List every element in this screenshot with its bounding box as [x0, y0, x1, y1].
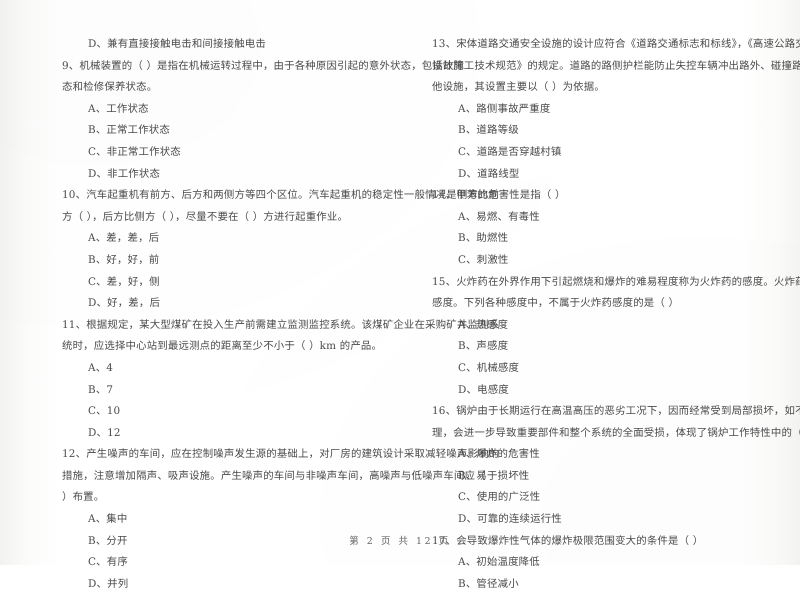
- answer-option: B、易于损坏性: [458, 469, 530, 482]
- question-continuation: 方（ ），后方比侧方（ ），尽量不要在（ ）方进行起重作业。: [62, 210, 349, 223]
- answer-option: A、易燃、有毒性: [458, 210, 540, 223]
- answer-option: C、有序: [88, 556, 128, 569]
- answer-option: D、电感度: [458, 383, 509, 396]
- left-column: D、兼有直接接触电击和间接接触电击 9、机械装置的（ ）是指在机械运转过程中，由于…: [62, 34, 500, 595]
- answer-option: A、工作状态: [88, 102, 149, 115]
- answer-option: B、管径减小: [458, 577, 519, 590]
- question-continuation: 理，会进一步导致重要部件和整个系统的全面受损，体现了锅炉工作特性中的（ ）: [432, 426, 800, 439]
- answer-option: D、并列: [88, 577, 129, 590]
- question-text: 12、产生噪声的车间，应在控制噪声发生源的基础上，对厂房的建筑设计采取减轻噪声影…: [62, 448, 500, 461]
- answer-option: D、可靠的连续运行性: [458, 513, 562, 526]
- question-text: 10、汽车起重机有前方、后方和两侧方等四个区位。汽车起重机的稳定性一般情况是侧方…: [62, 189, 500, 202]
- answer-option: B、7: [88, 383, 114, 396]
- answer-option: D、道路线型: [458, 167, 520, 180]
- question-continuation: 统时，应选择中心站到最远测点的距离至少不小于（ ）km 的产品。: [62, 340, 383, 353]
- answer-option: C、道路是否穿越村镇: [458, 145, 562, 158]
- answer-option: D、兼有直接接触电击和间接接触电击: [88, 38, 266, 50]
- answer-option: A、热感度: [458, 318, 509, 331]
- answer-option: C、差，好，侧: [88, 275, 160, 288]
- question-continuation: 感度。下列各种感度中，不属于火炸药感度的是（ ）: [432, 297, 680, 310]
- answer-option: A、差，差，后: [88, 232, 160, 245]
- question-text: 15、火炸药在外界作用下引起燃烧和爆炸的难易程度称为火炸药的感度。火炸药有各种不…: [432, 275, 800, 288]
- answer-option: D、好，差，后: [88, 297, 161, 310]
- question-text: 16、锅炉由于长期运行在高温高压的恶劣工况下，因而经常受到局部损坏，如不能及时发…: [432, 405, 800, 418]
- answer-option: B、道路等级: [458, 124, 519, 137]
- question-text: 14、甲苯的危害性是指（ ）: [432, 189, 566, 202]
- answer-option: B、声感度: [458, 340, 509, 353]
- right-column: 13、宋体道路交通安全设施的设计应符合《道路交通标志和标线》，《高速公路交通安全…: [432, 34, 800, 595]
- answer-option: D、非工作状态: [88, 167, 161, 180]
- two-column-layout: D、兼有直接接触电击和间接接触电击 9、机械装置的（ ）是指在机械运转过程中，由于…: [0, 34, 800, 595]
- answer-option: A、路侧事故严重度: [458, 102, 551, 115]
- answer-option: C、10: [88, 405, 121, 418]
- answer-option: A、初始温度降低: [458, 556, 540, 569]
- question-continuation: 他设施，其设置主要以（ ）为依据。: [432, 81, 605, 94]
- question-text: 13、宋体道路交通安全设施的设计应符合《道路交通标志和标线》，《高速公路交通安全…: [432, 38, 800, 50]
- answer-option: A、集中: [88, 513, 128, 526]
- answer-option: C、机械感度: [458, 361, 520, 374]
- answer-option: B、助燃性: [458, 232, 509, 245]
- answer-option: D、12: [88, 426, 121, 439]
- answer-option: C、刺激性: [458, 253, 509, 266]
- answer-option: B、正常工作状态: [88, 124, 170, 137]
- answer-option: B、好，好，前: [88, 253, 160, 266]
- question-continuation: 态和检修保养状态。: [62, 81, 158, 94]
- answer-option: C、非正常工作状态: [88, 145, 181, 158]
- question-text: 9、机械装置的（ ）是指在机械运转过程中，由于各种原因引起的意外状态，包括故障: [62, 59, 465, 72]
- question-continuation: ）布置。: [62, 491, 105, 504]
- question-text: 11、根据规定，某大型煤矿在投入生产前需建立监测监控系统。该煤矿企业在采购矿井监…: [62, 318, 500, 331]
- question-continuation: 设计施工技术规范》的规定。道路的路侧护栏能防止失控车辆冲出路外、碰撞路边障碍物或…: [432, 59, 800, 72]
- question-continuation: 措施，注意增加隔声、吸声设施。产生噪声的车间与非噪声车间，高噪声与低噪声车间应（: [62, 469, 486, 482]
- page-footer: 第 2 页 共 12 页: [349, 536, 451, 547]
- answer-option: A、4: [88, 361, 114, 374]
- answer-option: A、爆炸的危害性: [458, 448, 540, 461]
- answer-option: C、使用的广泛性: [458, 491, 541, 504]
- scanned-page: D、兼有直接接触电击和间接接触电击 9、机械装置的（ ）是指在机械运转过程中，由于…: [0, 0, 800, 590]
